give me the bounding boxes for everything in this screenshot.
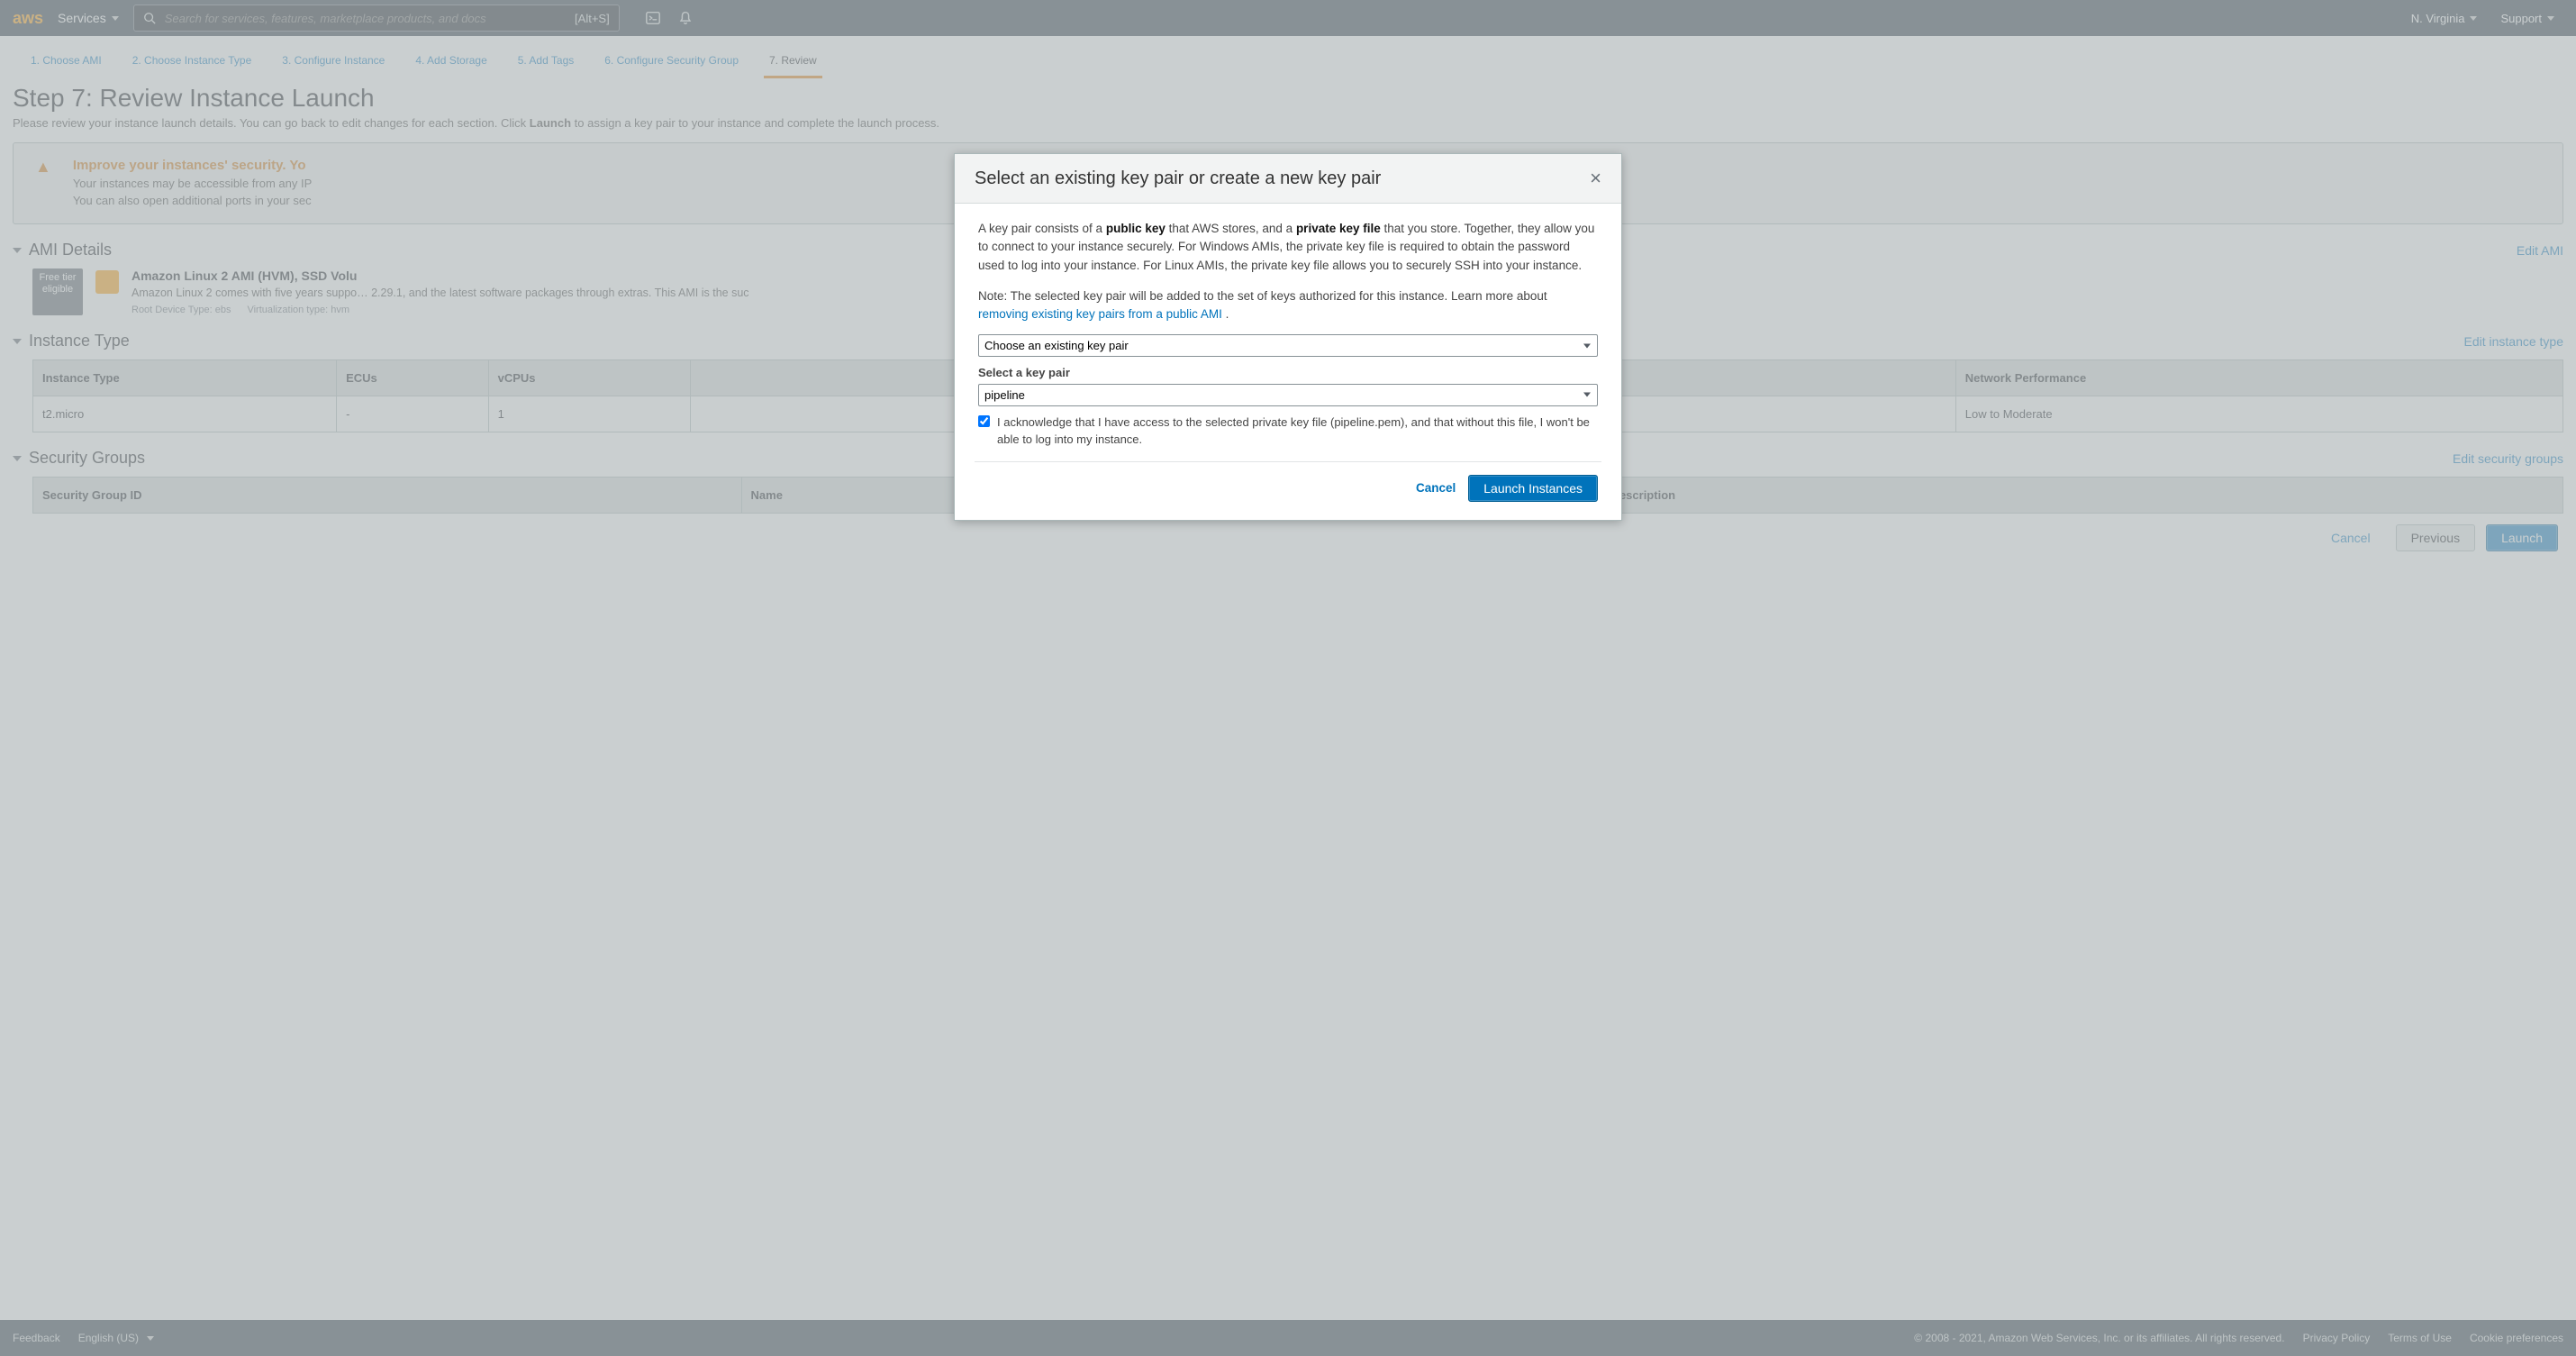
launch-instances-button[interactable]: Launch Instances xyxy=(1468,475,1598,502)
close-icon[interactable]: × xyxy=(1590,167,1601,190)
acknowledge-checkbox[interactable] xyxy=(978,415,990,427)
acknowledge-text: I acknowledge that I have access to the … xyxy=(997,414,1598,449)
key-pair-mode-select[interactable]: Choose an existing key pair xyxy=(978,334,1598,357)
key-pair-select-wrap[interactable]: pipeline xyxy=(978,384,1598,406)
key-pair-select[interactable]: pipeline xyxy=(978,384,1598,406)
key-pair-mode-select-wrap[interactable]: Choose an existing key pair xyxy=(978,334,1598,357)
key-pair-modal: Select an existing key pair or create a … xyxy=(954,153,1622,521)
modal-paragraph-2: Note: The selected key pair will be adde… xyxy=(978,287,1598,324)
key-pair-label: Select a key pair xyxy=(978,364,1598,382)
divider xyxy=(975,461,1601,462)
removing-key-pairs-link[interactable]: removing existing key pairs from a publi… xyxy=(978,307,1222,321)
acknowledge-label[interactable]: I acknowledge that I have access to the … xyxy=(978,414,1598,449)
modal-title: Select an existing key pair or create a … xyxy=(975,168,1381,189)
modal-overlay: Select an existing key pair or create a … xyxy=(0,0,2576,1356)
modal-paragraph-1: A key pair consists of a public key that… xyxy=(978,220,1598,275)
modal-cancel-button[interactable]: Cancel xyxy=(1416,479,1456,497)
